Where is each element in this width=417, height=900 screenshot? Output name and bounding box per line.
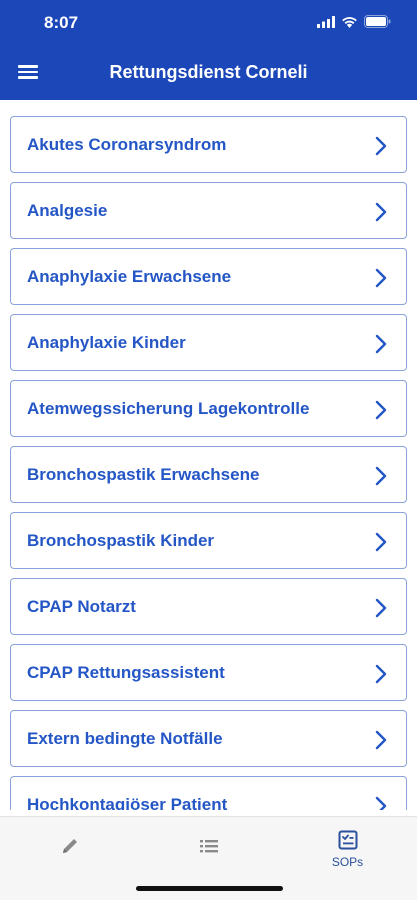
status-time: 8:07 xyxy=(44,13,79,32)
list-item[interactable]: Bronchospastik Kinder xyxy=(10,512,407,569)
list-item[interactable]: Hochkontagiöser Patient xyxy=(10,776,407,810)
signal-icon xyxy=(317,15,335,28)
list-icon xyxy=(200,840,218,853)
tab-sops-label: SOPs xyxy=(331,855,364,869)
list-item-label: Bronchospastik Kinder xyxy=(27,531,215,550)
list-item-label: Anaphylaxie Kinder xyxy=(27,333,186,352)
list-item-label: Bronchospastik Erwachsene xyxy=(27,465,260,484)
navigation-bar: Rettungsdienst Corneli xyxy=(0,50,417,96)
list-item[interactable]: Atemwegssicherung Lagekontrolle xyxy=(10,380,407,437)
tab-edit[interactable] xyxy=(0,817,139,877)
list-item[interactable]: CPAP Notarzt xyxy=(10,578,407,635)
tab-sops[interactable]: SOPs xyxy=(278,817,417,877)
list-item-label: Analgesie xyxy=(27,201,108,220)
status-bar: 8:07 xyxy=(0,0,417,46)
page-title: Rettungsdienst Corneli xyxy=(109,62,308,82)
status-icons xyxy=(317,15,391,28)
battery-icon xyxy=(364,15,391,28)
chevron-right-icon xyxy=(375,466,387,486)
chevron-right-icon xyxy=(375,532,387,552)
list-item[interactable]: Extern bedingte Notfälle xyxy=(10,710,407,767)
chevron-right-icon xyxy=(375,136,387,156)
chevron-right-icon xyxy=(375,664,387,684)
chevron-right-icon xyxy=(375,202,387,222)
checklist-icon xyxy=(338,830,358,850)
list-item[interactable]: Bronchospastik Erwachsene xyxy=(10,446,407,503)
list-item[interactable]: Akutes Coronarsyndrom xyxy=(10,116,407,173)
list-item[interactable]: Anaphylaxie Erwachsene xyxy=(10,248,407,305)
list-item-label: Extern bedingte Notfälle xyxy=(27,729,223,748)
chevron-right-icon xyxy=(375,400,387,420)
list-item-label: Anaphylaxie Erwachsene xyxy=(27,267,232,286)
wifi-icon xyxy=(342,16,357,28)
chevron-right-icon xyxy=(375,730,387,750)
list-item-label: Atemwegssicherung Lagekontrolle xyxy=(27,399,310,418)
list-item-label: CPAP Rettungsassistent xyxy=(27,663,225,682)
chevron-right-icon xyxy=(375,334,387,354)
list-item[interactable]: Anaphylaxie Kinder xyxy=(10,314,407,371)
app-header: 8:07 Rettungsdienst Corneli xyxy=(0,0,417,100)
chevron-right-icon xyxy=(375,796,387,810)
list-item[interactable]: Analgesie xyxy=(10,182,407,239)
chevron-right-icon xyxy=(375,268,387,288)
list-item[interactable]: CPAP Rettungsassistent xyxy=(10,644,407,701)
home-indicator xyxy=(136,886,283,891)
chevron-right-icon xyxy=(375,598,387,618)
list-item-label: Hochkontagiöser Patient xyxy=(27,795,228,810)
pencil-icon xyxy=(63,839,77,853)
sop-list[interactable]: Akutes Coronarsyndrom Analgesie Anaphyla… xyxy=(0,100,417,810)
tab-list[interactable] xyxy=(139,817,278,877)
list-item-label: CPAP Notarzt xyxy=(27,597,136,616)
list-item-label: Akutes Coronarsyndrom xyxy=(27,135,227,154)
